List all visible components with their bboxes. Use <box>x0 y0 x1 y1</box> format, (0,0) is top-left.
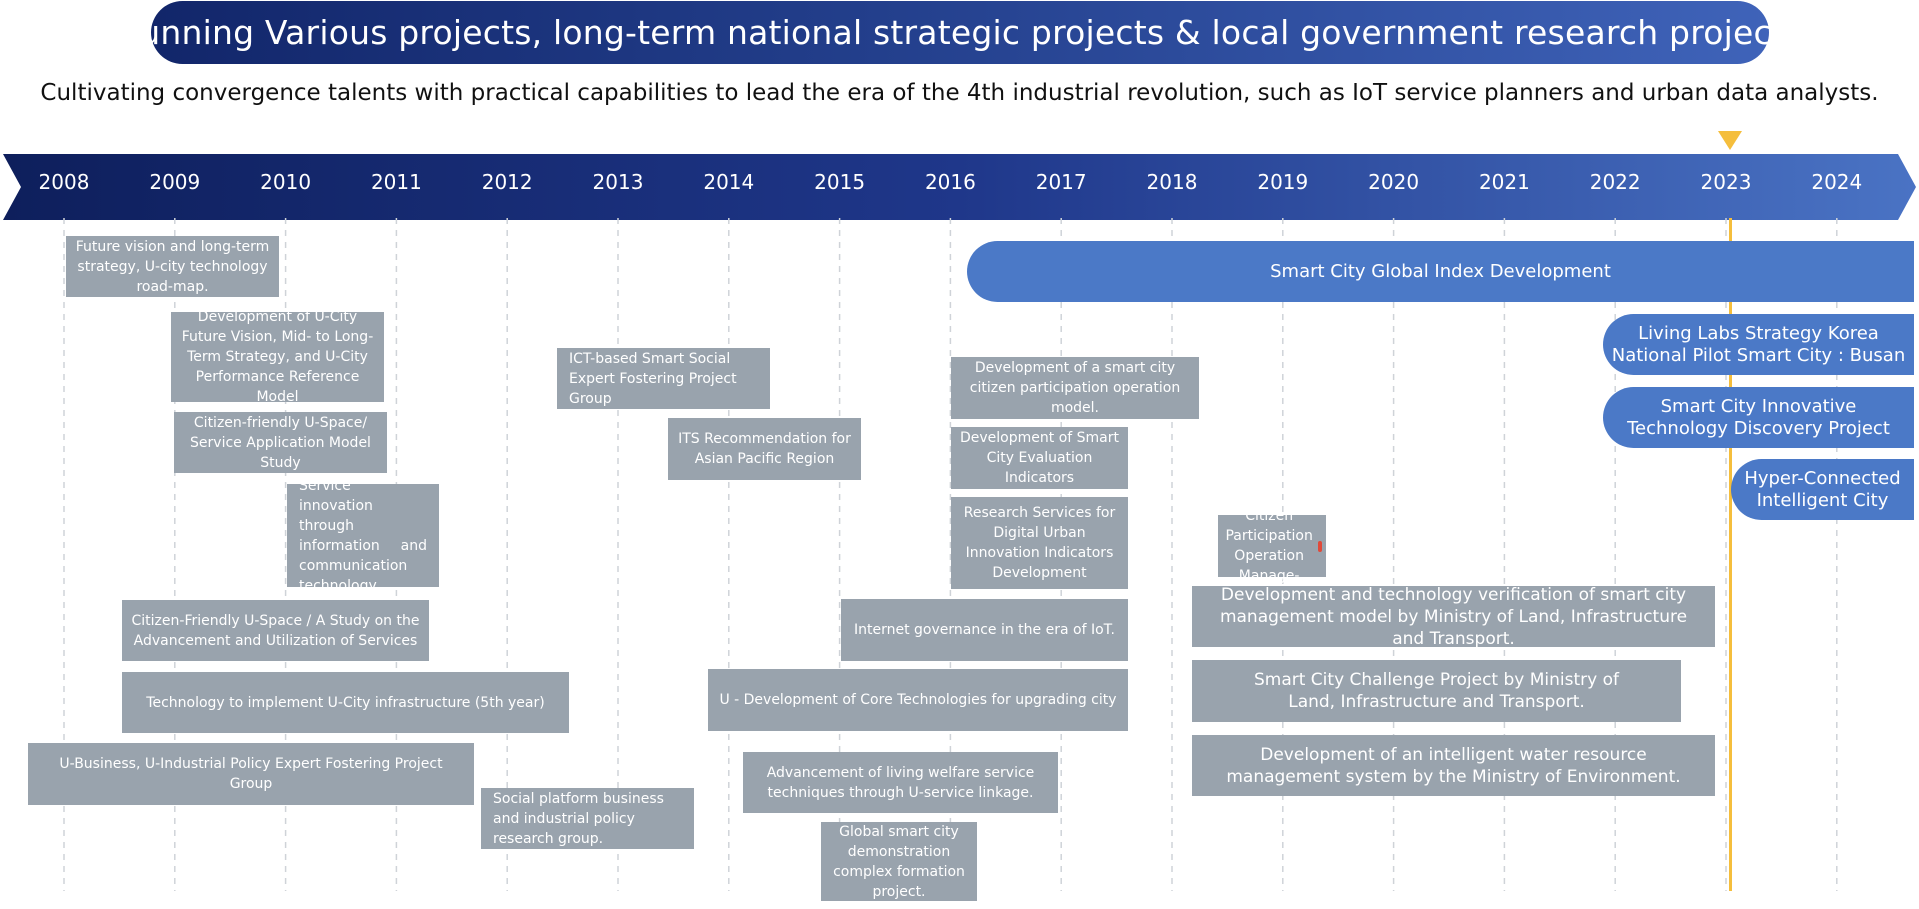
project-living-labs-busan: Living Labs Strategy Korea National Pilo… <box>1603 314 1914 375</box>
project-evaluation-indicators: Development of Smart City Evaluation Ind… <box>951 427 1128 489</box>
year-label-2022: 2022 <box>1589 170 1641 194</box>
project-smart-city-challenge: Smart City Challenge Project by Ministry… <box>1192 660 1681 722</box>
project-hyper-connected-city: Hyper-Connected Intelligent City <box>1731 459 1914 520</box>
year-label-2008: 2008 <box>38 170 90 194</box>
year-label-2010: 2010 <box>260 170 312 194</box>
page-title: Running Various projects, long-term nati… <box>118 1 1802 64</box>
year-label-2024: 2024 <box>1811 170 1863 194</box>
project-global-index: Smart City Global Index Development <box>967 241 1914 302</box>
project-citizen-uspace-study: Citizen-Friendly U-Space / A Study on th… <box>122 600 429 661</box>
project-ucity-future-vision: Development of U-City Future Vision, Mid… <box>171 309 384 405</box>
project-innovative-tech-discovery: Smart City Innovative Technology Discove… <box>1603 387 1914 448</box>
project-management-model-molit: Development and technology verification … <box>1192 585 1715 649</box>
page-subtitle: Cultivating convergence talents with pra… <box>40 80 1879 106</box>
year-label-2019: 2019 <box>1257 170 1309 194</box>
project-service-innovation-ict: Service innovation through information a… <box>287 478 439 594</box>
project-ubusiness-policy: U-Business, U-Industrial Policy Expert F… <box>28 743 474 805</box>
year-label-2020: 2020 <box>1368 170 1420 194</box>
project-citizen-participation-manage: Citizen Participation Operation Manage- <box>1218 508 1326 584</box>
project-future-vision: Future vision and long-term strategy, U-… <box>66 236 279 297</box>
year-label-2009: 2009 <box>149 170 201 194</box>
year-label-2018: 2018 <box>1146 170 1198 194</box>
project-global-smart-city: Global smart city demonstration complex … <box>821 822 977 901</box>
project-citizen-uspace-model: Citizen-friendly U-Space/ Service Applic… <box>174 412 387 473</box>
year-label-2011: 2011 <box>370 170 422 194</box>
year-label-2014: 2014 <box>703 170 755 194</box>
warning-icon <box>1318 540 1322 552</box>
project-internet-governance: Internet governance in the era of IoT. <box>841 599 1128 661</box>
current-year-marker-icon <box>1718 131 1742 150</box>
year-label-2023: 2023 <box>1700 170 1752 194</box>
project-citizen-participation-manage-label: Citizen Participation Operation Manage- <box>1225 508 1313 584</box>
project-ict-social-expert: ICT-based Smart Social Expert Fostering … <box>557 348 770 409</box>
project-ucity-infrastructure: Technology to implement U-City infrastru… <box>122 672 569 733</box>
year-label-2021: 2021 <box>1478 170 1530 194</box>
project-digital-urban-indicators: Research Services for Digital Urban Inno… <box>951 497 1128 589</box>
year-label-2017: 2017 <box>1035 170 1087 194</box>
year-label-2015: 2015 <box>814 170 866 194</box>
project-water-resource-system: Development of an intelligent water reso… <box>1192 735 1715 796</box>
project-citizen-participation-model: Development of a smart city citizen part… <box>951 357 1199 419</box>
year-label-2016: 2016 <box>924 170 976 194</box>
year-label-2013: 2013 <box>592 170 644 194</box>
project-its-recommendation: ITS Recommendation for Asian Pacific Reg… <box>668 418 861 480</box>
project-core-technologies: U - Development of Core Technologies for… <box>708 669 1128 731</box>
project-living-welfare: Advancement of living welfare service te… <box>743 752 1058 813</box>
year-label-2012: 2012 <box>481 170 533 194</box>
project-social-platform: Social platform business and industrial … <box>481 788 694 849</box>
